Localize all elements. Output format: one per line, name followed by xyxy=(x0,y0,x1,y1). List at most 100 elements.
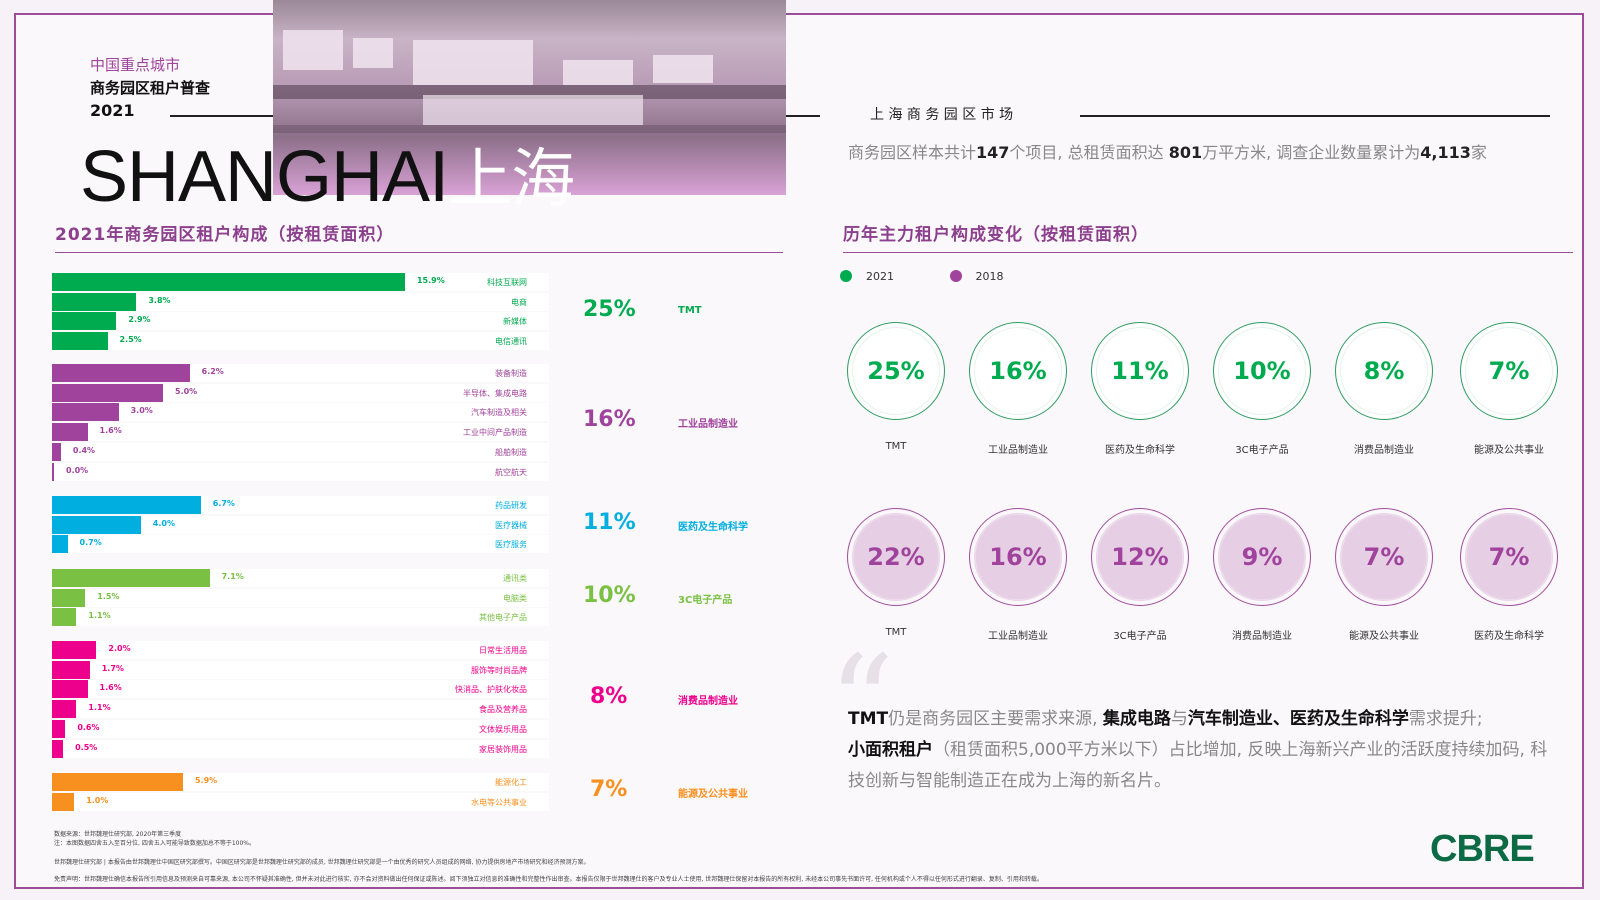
percent-circle: 10% xyxy=(1213,322,1311,420)
bar-category-label: 快消品、护肤化妆品 xyxy=(455,685,527,695)
bar-row: 5.0% 半导体、集成电路 xyxy=(52,383,549,402)
bar-row: 7.1% 通讯类 xyxy=(52,569,549,587)
group-total-percent: 8% xyxy=(590,684,628,710)
circle-value: 22% xyxy=(867,543,925,571)
bar xyxy=(52,423,88,442)
market-rule-left xyxy=(786,115,820,117)
group-total-percent: 25% xyxy=(583,297,636,322)
bar-row: 6.2% 装备制造 xyxy=(52,364,549,382)
circle-value: 7% xyxy=(1363,543,1405,571)
circle-value: 11% xyxy=(1111,357,1169,385)
bar xyxy=(52,332,108,351)
bar-category-label: 电信通讯 xyxy=(495,337,527,347)
circle-category-label: 3C电子产品 xyxy=(1113,631,1167,642)
circle-category-label: 医药及生命科学 xyxy=(1474,631,1544,642)
right-section-title: 历年主力租户构成变化（按租赁面积） xyxy=(843,225,1149,245)
circle-category-label: 消费品制造业 xyxy=(1354,445,1414,456)
bar-value-label: 1.6% xyxy=(99,426,122,436)
legend: 2021 2018 xyxy=(840,270,1004,283)
circle-category-label: 医药及生命科学 xyxy=(1105,445,1175,456)
bar-value-label: 0.5% xyxy=(75,742,98,752)
bar-value-label: 0.4% xyxy=(72,445,96,455)
bar-row: 15.9% 科技互联网 xyxy=(52,273,549,291)
bar-row: 0.0% 航空航天 xyxy=(52,462,549,481)
legend-label-2021: 2021 xyxy=(866,270,894,283)
circle-category-label: 工业品制造业 xyxy=(988,631,1048,642)
percent-circle: 12% xyxy=(1091,508,1189,606)
bar-value-label: 6.7% xyxy=(212,499,235,508)
city-title: SHANGHAI上海 xyxy=(80,128,575,220)
circle-value: 25% xyxy=(867,357,925,385)
circle-value: 16% xyxy=(989,357,1047,385)
circle-value: 8% xyxy=(1363,357,1405,385)
percent-circle: 22% xyxy=(847,508,945,606)
bar-value-label: 1.7% xyxy=(101,663,124,673)
bar-row: 2.0% 日常生活用品 xyxy=(52,641,549,659)
bar-category-label: 服饰等时尚品牌 xyxy=(471,665,527,675)
quote-text: 仍是商务园区主要需求来源, xyxy=(888,709,1103,729)
header-line1: 中国重点城市 xyxy=(90,56,181,74)
bar-value-label: 2.0% xyxy=(108,644,131,653)
right-section-rule xyxy=(843,252,1573,253)
bar-category-label: 食品及营养品 xyxy=(479,705,527,715)
bar xyxy=(52,442,61,461)
bar xyxy=(52,403,119,422)
quote-highlight: 汽车制造业、医药及生命科学 xyxy=(1187,709,1409,729)
bar xyxy=(52,680,88,699)
bar-category-label: 科技互联网 xyxy=(487,278,527,287)
market-title: 上 海 商 务 园 区 市 场 xyxy=(870,107,1014,123)
footer-disclaimer: 免责声明：世邦魏理仕确信本报告所引用信息及预测来自可靠来源, 本公司不怀疑其准确… xyxy=(54,876,1043,883)
percent-circle: 25% xyxy=(847,322,945,420)
intro-text: 商务园区样本共计147个项目, 总租赁面积达 801万平方米, 调查企业数量累计… xyxy=(848,140,1488,165)
market-rule-right xyxy=(1080,115,1550,117)
circle-value: 10% xyxy=(1233,357,1291,385)
bar-value-label: 1.5% xyxy=(97,591,120,601)
percent-circle: 8% xyxy=(1335,322,1433,420)
bar xyxy=(52,641,97,659)
bar-value-label: 7.1% xyxy=(221,572,244,581)
percent-circle: 7% xyxy=(1460,508,1558,606)
quote-highlight: 小面积租户 xyxy=(848,740,933,760)
bar-value-label: 1.1% xyxy=(88,703,111,713)
bar xyxy=(52,364,190,382)
circle-value: 7% xyxy=(1488,357,1530,385)
intro-text-part: 家 xyxy=(1470,143,1487,162)
legend-dot-2021 xyxy=(840,270,852,282)
percent-circle: 7% xyxy=(1335,508,1433,606)
group-name: 消费品制造业 xyxy=(678,696,738,708)
bar-category-label: 新媒体 xyxy=(503,317,527,327)
bar-category-label: 通讯类 xyxy=(503,574,527,583)
bar-value-label: 1.6% xyxy=(99,683,122,693)
group-total-percent: 10% xyxy=(583,582,636,608)
bar-value-label: 6.2% xyxy=(201,367,224,376)
quote-text: （租赁面积5,000平方米以下）占比增加, 反映上海新兴产业的活跃度持续加码, … xyxy=(848,740,1548,791)
bar-category-label: 电商 xyxy=(511,297,527,307)
bar-row: 0.6% 文体娱乐用品 xyxy=(52,719,549,738)
header-year: 2021 xyxy=(90,101,135,120)
bar xyxy=(52,569,210,587)
bar xyxy=(52,496,201,514)
bar xyxy=(52,312,117,331)
bar-category-label: 其他电子产品 xyxy=(479,613,527,623)
footer-source: 数据来源：世邦魏理仕研究部, 2020年第三季度 xyxy=(54,831,182,838)
circle-value: 16% xyxy=(989,543,1047,571)
intro-text-part: 万平方米, 调查企业数量累计为 xyxy=(1202,143,1421,162)
group-name: 3C电子产品 xyxy=(678,594,733,606)
percent-circle: 11% xyxy=(1091,322,1189,420)
bar-value-label: 4.0% xyxy=(152,518,175,528)
bar-value-label: 3.8% xyxy=(148,295,171,305)
bar xyxy=(52,462,54,481)
quote-highlight: TMT xyxy=(848,709,889,729)
bar-row: 0.5% 家居装饰用品 xyxy=(52,739,549,758)
bar-category-label: 船舶制造 xyxy=(495,447,527,457)
quote-text: 与 xyxy=(1170,709,1188,729)
bar-row: 1.1% 其他电子产品 xyxy=(52,608,549,627)
bar-category-label: 工业中间产品制造 xyxy=(463,428,527,438)
circle-category-label: TMT xyxy=(885,441,907,452)
quote-highlight: 集成电路 xyxy=(1102,709,1171,729)
cbre-logo: CBRE xyxy=(1430,828,1535,870)
group-name: 工业品制造业 xyxy=(678,419,738,431)
circle-category-label: 3C电子产品 xyxy=(1235,445,1289,456)
group-total-percent: 7% xyxy=(590,776,628,802)
circle-category-label: 能源及公共事业 xyxy=(1474,445,1544,456)
